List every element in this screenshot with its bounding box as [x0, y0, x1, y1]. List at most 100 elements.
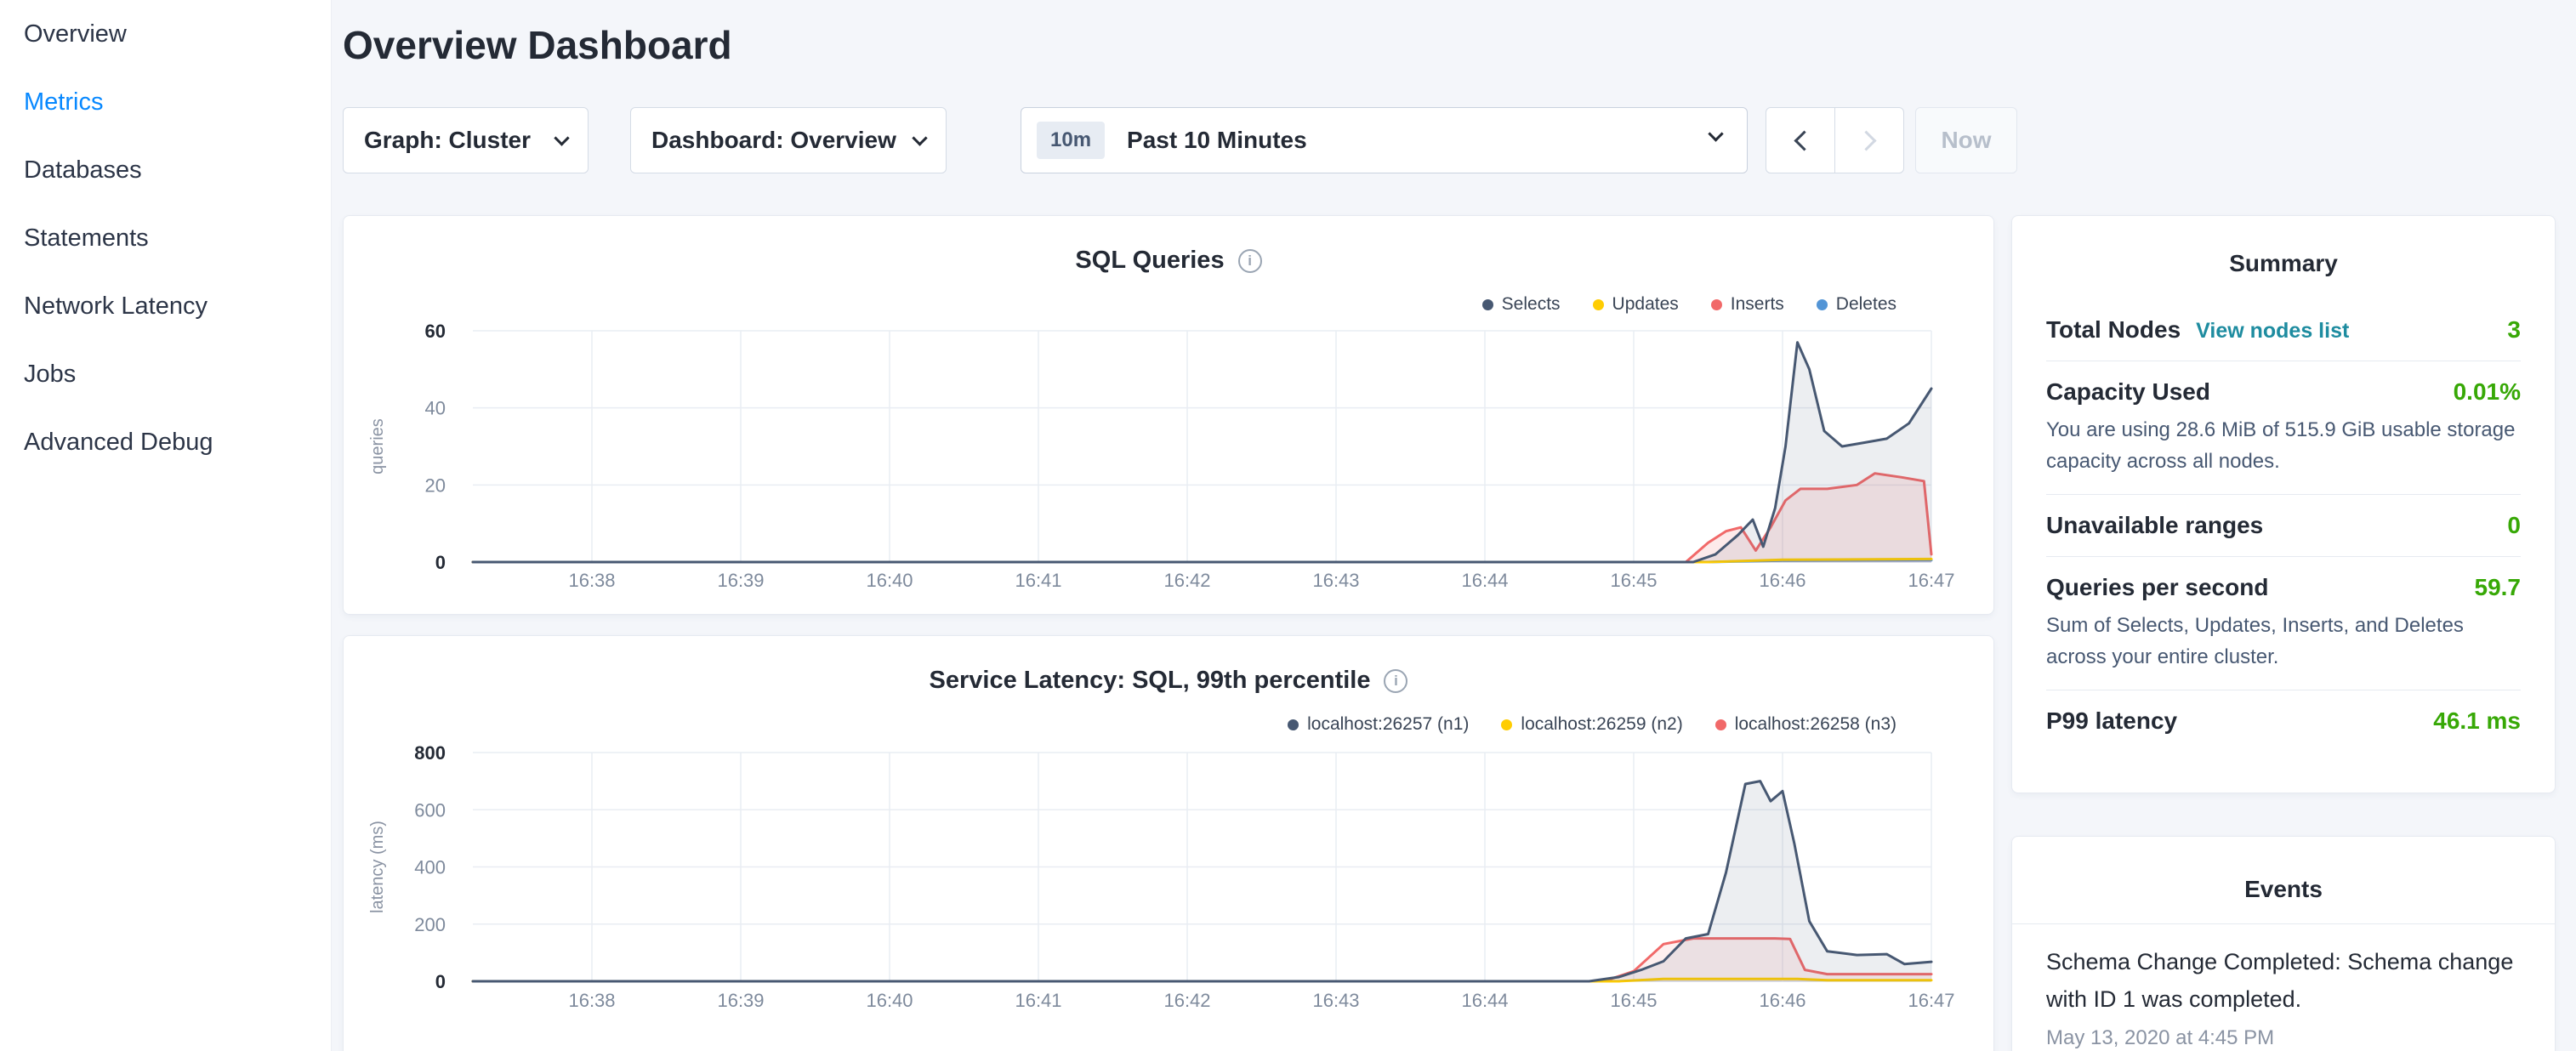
- legend-dot-icon: [1715, 719, 1726, 730]
- legend-item[interactable]: localhost:26257 (n1): [1288, 714, 1469, 735]
- x-tick-label: 16:42: [1163, 990, 1210, 1011]
- chart-title: Service Latency: SQL, 99th percentile: [930, 667, 1371, 695]
- chart-title: SQL Queries: [1075, 247, 1224, 275]
- chart-title-row: SQL Queries i: [344, 247, 1993, 275]
- time-forward-button[interactable]: [1834, 107, 1904, 173]
- y-tick-label: 0: [435, 971, 446, 992]
- legend-label: Updates: [1612, 294, 1679, 315]
- summary-label: Capacity Used: [2046, 378, 2210, 406]
- x-tick-label: 16:42: [1163, 570, 1210, 591]
- summary-caption: You are using 28.6 MiB of 515.9 GiB usab…: [2046, 414, 2521, 477]
- sidebar-item-metrics[interactable]: Metrics: [0, 68, 331, 136]
- summary-label: Queries per second: [2046, 574, 2268, 601]
- x-tick-label: 16:38: [568, 990, 615, 1011]
- y-tick-label: 40: [425, 398, 446, 419]
- x-tick-label: 16:39: [717, 990, 764, 1011]
- legend-item[interactable]: Selects: [1482, 294, 1561, 315]
- legend-label: Selects: [1502, 294, 1561, 315]
- x-tick-label: 16:38: [568, 570, 615, 591]
- summary-value: 46.1 ms: [2433, 707, 2521, 735]
- events-panel: Events Schema Change Completed: Schema c…: [2011, 836, 2556, 1051]
- legend-dot-icon: [1817, 299, 1828, 310]
- summary-caption: Sum of Selects, Updates, Inserts, and De…: [2046, 610, 2521, 673]
- dashboard-dropdown[interactable]: Dashboard: Overview: [630, 107, 947, 173]
- sidebar-item-overview[interactable]: Overview: [0, 0, 331, 68]
- legend-label: localhost:26258 (n3): [1735, 714, 1896, 735]
- info-icon[interactable]: i: [1238, 249, 1262, 273]
- sql-queries-chart[interactable]: 020406016:3816:3916:4016:4116:4216:4316:…: [344, 216, 1995, 616]
- event-item[interactable]: Schema Change Completed: Schema change w…: [2012, 924, 2555, 1050]
- x-tick-label: 16:47: [1908, 570, 1954, 591]
- y-axis-unit-label: queries: [368, 418, 387, 474]
- legend-item[interactable]: localhost:26259 (n2): [1501, 714, 1682, 735]
- x-tick-label: 16:39: [717, 570, 764, 591]
- service-latency-chart[interactable]: 020040060080016:3816:3916:4016:4116:4216…: [344, 636, 1995, 1051]
- x-tick-label: 16:46: [1759, 570, 1805, 591]
- y-tick-label: 0: [435, 552, 446, 573]
- summary-label: Total Nodes: [2046, 316, 2181, 344]
- x-tick-label: 16:40: [866, 570, 913, 591]
- event-timestamp: May 13, 2020 at 4:45 PM: [2046, 1026, 2521, 1050]
- y-tick-label: 60: [425, 321, 446, 342]
- sql-queries-chart-card: 020406016:3816:3916:4016:4116:4216:4316:…: [343, 215, 1994, 615]
- view-nodes-link[interactable]: View nodes list: [2196, 319, 2349, 344]
- time-range-dropdown[interactable]: 10m Past 10 Minutes: [1021, 107, 1748, 173]
- now-button[interactable]: Now: [1915, 107, 2017, 173]
- y-tick-label: 200: [414, 914, 446, 935]
- series-area: [473, 781, 1931, 981]
- y-tick-label: 800: [414, 742, 446, 764]
- chevron-right-icon: [1856, 130, 1876, 151]
- summary-row: Total NodesView nodes list3: [2046, 299, 2521, 361]
- chart-title-row: Service Latency: SQL, 99th percentile i: [344, 667, 1993, 695]
- dashboard-dropdown-label: Dashboard: Overview: [651, 127, 896, 154]
- time-range-badge: 10m: [1037, 122, 1105, 159]
- legend-item[interactable]: localhost:26258 (n3): [1715, 714, 1896, 735]
- sidebar-item-network-latency[interactable]: Network Latency: [0, 272, 331, 340]
- legend-item[interactable]: Inserts: [1711, 294, 1784, 315]
- sidebar: OverviewMetricsDatabasesStatementsNetwor…: [0, 0, 332, 1051]
- legend-label: Inserts: [1731, 294, 1784, 315]
- chart-legend: Selects Updates Inserts Deletes: [1482, 294, 1896, 315]
- service-latency-chart-card: 020040060080016:3816:3916:4016:4116:4216…: [343, 635, 1994, 1051]
- series-area: [473, 343, 1931, 562]
- legend-dot-icon: [1482, 299, 1493, 310]
- chart-legend: localhost:26257 (n1) localhost:26259 (n2)…: [1288, 714, 1896, 735]
- summary-value: 59.7: [2475, 574, 2522, 601]
- time-back-button[interactable]: [1766, 107, 1835, 173]
- sidebar-item-jobs[interactable]: Jobs: [0, 340, 331, 408]
- x-tick-label: 16:44: [1461, 570, 1508, 591]
- series-area: [473, 474, 1931, 562]
- summary-rows: Total NodesView nodes list3Capacity Used…: [2046, 299, 2521, 752]
- legend-item[interactable]: Deletes: [1817, 294, 1896, 315]
- y-tick-label: 600: [414, 799, 446, 821]
- legend-dot-icon: [1288, 719, 1299, 730]
- summary-label: P99 latency: [2046, 707, 2177, 735]
- summary-title: Summary: [2046, 250, 2521, 277]
- x-tick-label: 16:46: [1759, 990, 1805, 1011]
- legend-dot-icon: [1711, 299, 1722, 310]
- x-tick-label: 16:40: [866, 990, 913, 1011]
- chevron-down-icon: [912, 130, 927, 145]
- graph-dropdown-label: Graph: Cluster: [364, 127, 531, 154]
- sidebar-item-databases[interactable]: Databases: [0, 136, 331, 204]
- y-tick-label: 20: [425, 474, 446, 496]
- graph-dropdown[interactable]: Graph: Cluster: [343, 107, 589, 173]
- summary-label: Unavailable ranges: [2046, 512, 2263, 539]
- app-window: OverviewMetricsDatabasesStatementsNetwor…: [0, 0, 2576, 1051]
- chevron-down-icon: [1708, 126, 1723, 141]
- sidebar-nav: OverviewMetricsDatabasesStatementsNetwor…: [0, 0, 331, 476]
- sidebar-item-advanced-debug[interactable]: Advanced Debug: [0, 408, 331, 476]
- legend-label: Deletes: [1836, 294, 1896, 315]
- y-axis-unit-label: latency (ms): [368, 821, 387, 913]
- summary-row: Queries per second 59.7 Sum of Selects, Up…: [2046, 556, 2521, 690]
- page-title: Overview Dashboard: [343, 22, 732, 68]
- time-range-label: Past 10 Minutes: [1127, 127, 1307, 154]
- legend-label: localhost:26257 (n1): [1307, 714, 1469, 735]
- legend-item[interactable]: Updates: [1593, 294, 1679, 315]
- y-tick-label: 400: [414, 857, 446, 878]
- sidebar-item-statements[interactable]: Statements: [0, 204, 331, 272]
- info-icon[interactable]: i: [1384, 669, 1407, 693]
- summary-row: Unavailable ranges0: [2046, 494, 2521, 556]
- legend-dot-icon: [1501, 719, 1512, 730]
- x-tick-label: 16:44: [1461, 990, 1508, 1011]
